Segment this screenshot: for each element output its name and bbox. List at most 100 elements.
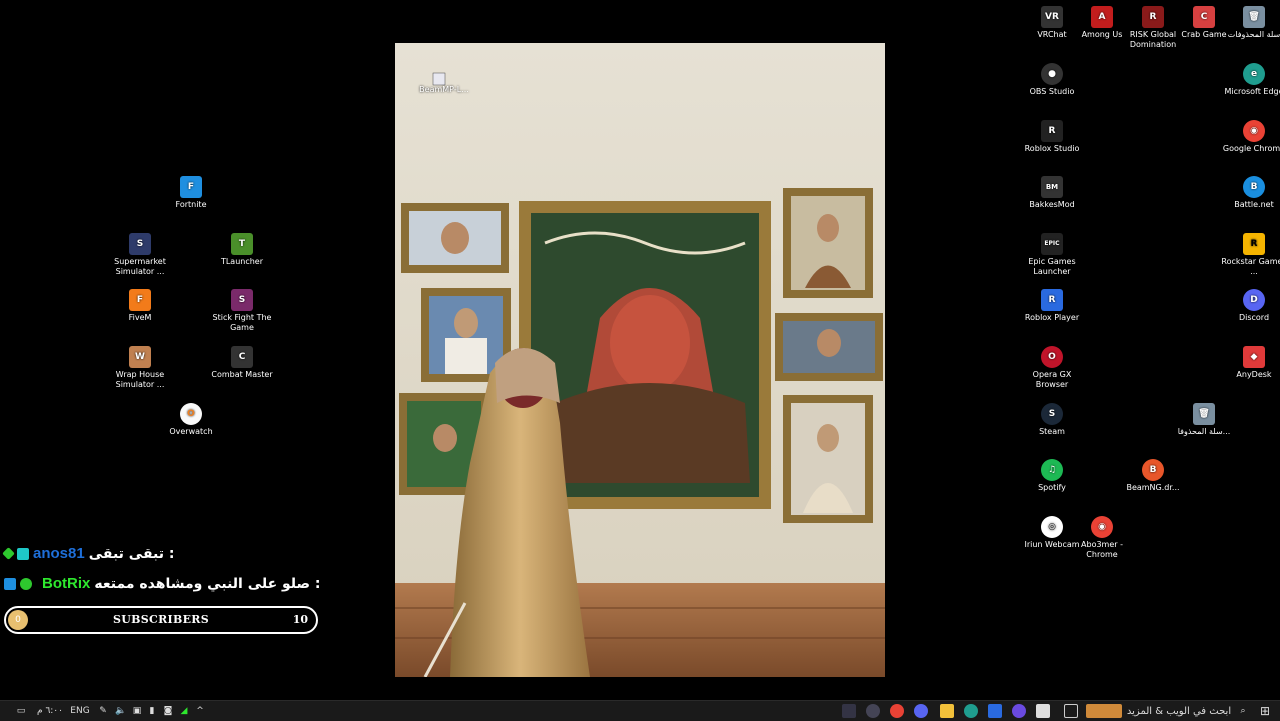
desktop-icon-beammp[interactable]: BeamMP-L... <box>409 85 479 95</box>
desktop-icon-label: Epic Games Launcher <box>1028 257 1076 276</box>
rockstar-icon: R <box>1243 233 1265 255</box>
desktop-icon-spotify[interactable]: ♫ Spotify <box>1017 459 1087 493</box>
desktop-icon-edge[interactable]: e Microsoft Edge <box>1219 63 1280 97</box>
taskbar-app-icon[interactable] <box>842 704 856 718</box>
tlauncher-icon: T <box>231 233 253 255</box>
discord-icon: D <box>1243 289 1265 311</box>
desktop-icon-recycle-bin-2[interactable]: 🗑 سلة المحذوفا... <box>1169 403 1239 437</box>
verified-badge-icon <box>20 577 32 590</box>
desktop-icon-opera-gx[interactable]: O Opera GX Browser <box>1017 346 1087 390</box>
task-view-icon[interactable] <box>1064 704 1078 718</box>
microphone-icon[interactable]: ▮ <box>146 704 158 718</box>
file-explorer-icon[interactable] <box>940 704 954 718</box>
roblox-studio-icon: R <box>1041 120 1063 142</box>
desktop-icon-fortnite[interactable]: F Fortnite <box>156 176 226 210</box>
tray-app-icon[interactable]: ◙ <box>162 704 174 718</box>
chrome-icon[interactable] <box>890 704 904 718</box>
desktop-icon-label: Abo3mer - Chrome <box>1081 540 1123 559</box>
search-highlight-image <box>1086 704 1122 718</box>
desktop-icon-label: Google Chrome <box>1222 144 1280 153</box>
desktop-icon-chrome[interactable]: ◉ Google Chrome <box>1219 120 1280 154</box>
epic-icon: EPIC <box>1041 233 1063 255</box>
desktop-icon-rockstar[interactable]: R Rockstar Games ... <box>1219 233 1280 277</box>
fivem-icon: F <box>129 289 151 311</box>
desktop-icon-tlauncher[interactable]: T TLauncher <box>207 233 277 267</box>
desktop-icon-label: سلة المحذوفا... <box>1177 427 1231 436</box>
desktop-icon-label: Overwatch <box>169 427 213 436</box>
chrome-icon: ◉ <box>1091 516 1113 538</box>
desktop-icon-abo3mer-chrome[interactable]: ◉ Abo3mer - Chrome <box>1067 516 1137 560</box>
desktop-icon-label: Stick Fight The Game <box>212 313 272 332</box>
vip-badge-icon <box>17 547 29 560</box>
taskbar-app-icon[interactable] <box>1012 704 1026 718</box>
desktop-icon-supermarket[interactable]: S Supermarket Simulator ... <box>105 233 175 277</box>
chat-message: BotRix صلو على النبي ومشاهده ممتعه : <box>4 575 321 592</box>
desktop-icon-label: BeamNG.dr... <box>1126 483 1180 492</box>
combatmaster-icon: C <box>231 346 253 368</box>
network-icon[interactable]: ▣ <box>130 704 144 718</box>
desktop-icon-label: Wrap House Simulator ... <box>115 370 165 389</box>
desktop-icon-overwatch[interactable]: O Overwatch <box>156 403 226 437</box>
start-button[interactable]: ⊞ <box>1258 704 1272 718</box>
discord-icon[interactable] <box>914 704 928 718</box>
desktop-icon-label: FiveM <box>128 313 152 322</box>
desktop-icon-label: OBS Studio <box>1029 87 1075 96</box>
desktop-icon-combatmaster[interactable]: C Combat Master <box>207 346 277 380</box>
desktop-icon-label: Rockstar Games ... <box>1221 257 1280 276</box>
taskbar-app-icon[interactable] <box>988 704 1002 718</box>
spotify-icon: ♫ <box>1041 459 1063 481</box>
desktop-icon-label: سلة المحذوفات <box>1227 30 1280 39</box>
subscriber-goal-bar: 0 SUBSCRIBERS 10 <box>4 606 318 634</box>
desktop-icon-wraphouse[interactable]: W Wrap House Simulator ... <box>105 346 175 390</box>
iriun-icon: ◎ <box>1041 516 1063 538</box>
volume-icon[interactable]: 🔈 <box>114 704 128 718</box>
desktop-icon-label: BakkesMod <box>1029 200 1075 209</box>
chrome-icon: ◉ <box>1243 120 1265 142</box>
chat-username: anos81 <box>33 545 85 562</box>
chat-text: صلو على النبي ومشاهده ممتعه : <box>94 575 321 592</box>
edge-icon: e <box>1243 63 1265 85</box>
taskbar-clock[interactable]: ٦:٠٠ م <box>36 704 64 718</box>
language-indicator[interactable]: ENG <box>70 704 90 718</box>
desktop-icon-roblox-studio[interactable]: R Roblox Studio <box>1017 120 1087 154</box>
wallpaper-art <box>395 43 885 677</box>
overwatch-icon: O <box>180 403 202 425</box>
desktop-icon-label: Supermarket Simulator ... <box>114 257 166 276</box>
recycle-bin-icon: 🗑 <box>1193 403 1215 425</box>
chevron-up-icon[interactable]: ^ <box>194 704 206 718</box>
desktop-icon-label: Steam <box>1039 427 1065 436</box>
search-icon[interactable]: ⌕ <box>1236 704 1250 718</box>
desktop-icon-steam[interactable]: S Steam <box>1017 403 1087 437</box>
desktop-icon-label: Spotify <box>1038 483 1066 492</box>
desktop-icon-label: Roblox Player <box>1024 313 1080 322</box>
desktop-icon-epic[interactable]: EPIC Epic Games Launcher <box>1017 233 1087 277</box>
edge-icon[interactable] <box>964 704 978 718</box>
chat-message: anos81 تبقى تبقى : <box>2 545 175 562</box>
search-input[interactable]: ابحث في الويب & المزيد <box>1124 704 1234 718</box>
pen-icon[interactable]: ✎ <box>96 704 110 718</box>
desktop-icon-roblox-player[interactable]: R Roblox Player <box>1017 289 1087 323</box>
taskbar-app-icon[interactable] <box>866 704 880 718</box>
desktop-icon-obs[interactable]: ● OBS Studio <box>1017 63 1087 97</box>
wraphouse-icon: W <box>129 346 151 368</box>
desktop-icon-battlenet[interactable]: B Battle.net <box>1219 176 1280 210</box>
desktop-icon-fivem[interactable]: F FiveM <box>105 289 175 323</box>
wallpaper-image: BeamMP-L... <box>395 43 885 677</box>
battlenet-icon: B <box>1243 176 1265 198</box>
taskbar: ▭ ٦:٠٠ م ENG ✎ 🔈 ▣ ▮ ◙ ◢ ^ ابحث في الويب… <box>0 700 1280 721</box>
taskbar-app-icon[interactable] <box>1036 704 1050 718</box>
beamng-icon: B <box>1142 459 1164 481</box>
desktop-icon-bakkesmod[interactable]: BM BakkesMod <box>1017 176 1087 210</box>
desktop-icon-stickfight[interactable]: S Stick Fight The Game <box>207 289 277 333</box>
opera-gx-icon: O <box>1041 346 1063 368</box>
tray-app-icon[interactable]: ◢ <box>178 704 190 718</box>
desktop-icon-discord[interactable]: D Discord <box>1219 289 1280 323</box>
bakkesmod-icon: BM <box>1041 176 1063 198</box>
desktop-icon-label: Opera GX Browser <box>1032 370 1072 389</box>
bot-badge-icon <box>4 577 16 590</box>
desktop-icon-anydesk[interactable]: ◆ AnyDesk <box>1219 346 1280 380</box>
desktop-icon-beamng[interactable]: B BeamNG.dr... <box>1118 459 1188 493</box>
notification-icon[interactable]: ▭ <box>14 704 28 718</box>
subscriber-count: 10 <box>292 613 308 626</box>
desktop-icon-recycle-bin[interactable]: 🗑 سلة المحذوفات <box>1219 6 1280 40</box>
